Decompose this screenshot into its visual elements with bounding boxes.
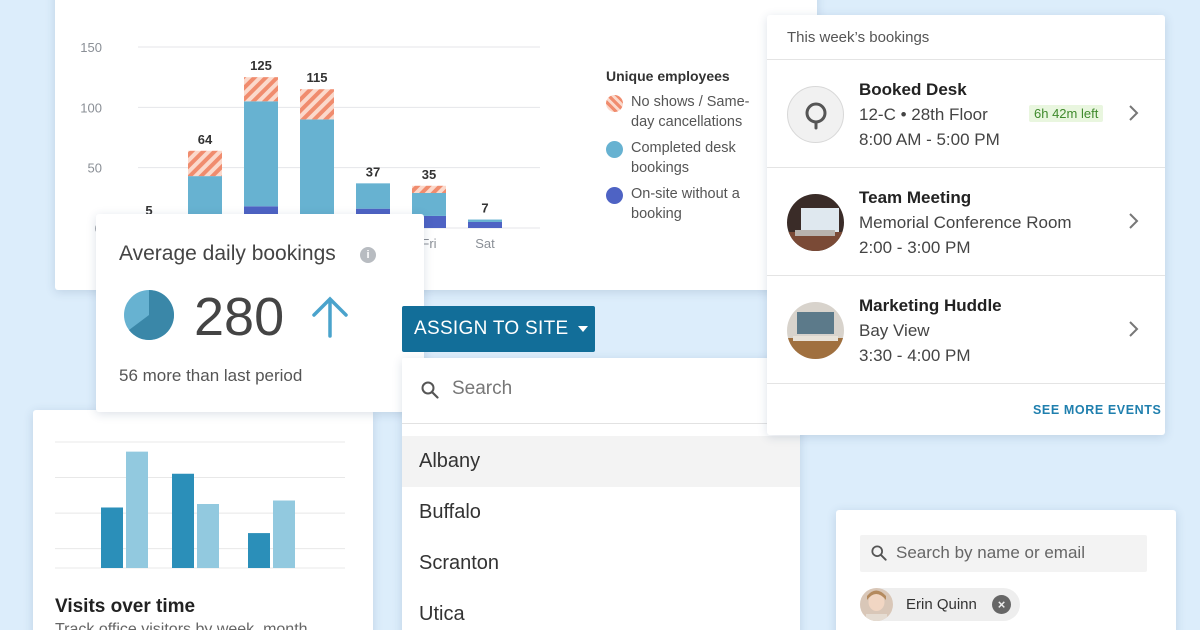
chevron-right-icon	[1129, 213, 1139, 229]
caret-down-icon	[578, 326, 589, 332]
avg-title: Average daily bookings	[119, 242, 336, 265]
event-title: Team Meeting	[859, 188, 972, 207]
site-option-buffalo[interactable]: Buffalo	[402, 487, 800, 538]
people-search-input[interactable]	[896, 543, 1136, 563]
person-name: Erin Quinn	[906, 596, 977, 613]
visits-title: Visits over time	[55, 596, 196, 617]
site-search-input[interactable]	[452, 378, 752, 400]
visits-subtitle: Track office visitors by week, month	[55, 621, 308, 630]
visits-bar	[273, 500, 295, 568]
event-time: 8:00 AM - 5:00 PM	[859, 130, 1000, 149]
event-row-team-meeting[interactable]: Team Meeting Memorial Conference Room 2:…	[767, 168, 1165, 276]
avg-value: 280	[194, 287, 285, 347]
event-location: 12-C • 28th Floor	[859, 105, 988, 124]
bar-segment	[412, 193, 446, 216]
visits-over-time-card: Visits over time Track office visitors b…	[33, 410, 373, 630]
info-icon[interactable]: i	[360, 247, 376, 263]
bar-segment	[300, 119, 334, 222]
bar-segment	[300, 89, 334, 120]
people-search-bar	[860, 535, 1147, 572]
bar-segment	[468, 221, 502, 228]
event-row-marketing-huddle[interactable]: Marketing Huddle Bay View 3:30 - 4:00 PM	[767, 276, 1165, 384]
site-dropdown-menu: Albany Buffalo Scranton Utica	[402, 358, 800, 630]
bar-total-label: 37	[366, 164, 380, 179]
legend-label-onsite: On-site without a booking	[631, 186, 740, 222]
remove-person-icon[interactable]: ×	[992, 595, 1011, 614]
search-icon	[871, 545, 887, 561]
assign-to-site-button[interactable]: ASSIGN TO SITE	[402, 306, 595, 352]
visits-bar-chart	[55, 441, 345, 569]
visits-bar	[197, 504, 219, 568]
bar-segment	[412, 185, 446, 194]
event-row-booked-desk[interactable]: Booked Desk 12-C • 28th Floor 6h 42m lef…	[767, 60, 1165, 168]
person-avatar	[860, 588, 893, 621]
bar-segment	[468, 219, 502, 222]
weekly-bookings-header: This week’s bookings	[767, 15, 1165, 60]
event-location: Bay View	[859, 321, 930, 340]
conference-room-photo	[787, 194, 844, 251]
visits-bar	[248, 533, 270, 568]
event-title: Marketing Huddle	[859, 296, 1002, 315]
bar-total-label: 35	[422, 167, 436, 182]
site-search-bar	[402, 358, 800, 424]
y-tick-label: 150	[80, 40, 102, 55]
bar-segment	[188, 150, 222, 177]
chevron-right-icon	[1129, 105, 1139, 121]
x-tick-label: Sat	[475, 236, 495, 251]
bay-view-room-photo	[787, 302, 844, 359]
bar-total-label: 115	[307, 70, 328, 85]
event-time: 2:00 - 3:00 PM	[859, 238, 971, 257]
person-chip: Erin Quinn ×	[860, 588, 1020, 621]
legend-swatch-no-shows	[606, 95, 623, 112]
site-option-albany[interactable]: Albany	[402, 436, 800, 487]
chevron-right-icon	[1129, 321, 1139, 337]
event-location: Memorial Conference Room	[859, 213, 1072, 232]
legend-swatch-onsite	[606, 187, 623, 204]
legend-label-no-shows: No shows / Same-day cancellations	[631, 94, 750, 130]
visits-bar	[172, 473, 194, 568]
bar-total-label: 64	[198, 132, 213, 147]
visits-bar	[126, 451, 148, 568]
bar-segment	[356, 183, 390, 209]
y-tick-label: 100	[80, 100, 102, 115]
time-left-badge: 6h 42m left	[1029, 105, 1104, 122]
see-more-events-link[interactable]: SEE MORE EVENTS	[1033, 403, 1161, 417]
avg-comparison: 56 more than last period	[119, 366, 303, 385]
pie-chart-icon	[124, 290, 174, 340]
legend-swatch-completed	[606, 141, 623, 158]
visits-bar	[101, 507, 123, 568]
people-search-card: Erin Quinn ×	[836, 510, 1176, 630]
search-icon	[421, 381, 439, 399]
legend-label-completed: Completed desk bookings	[631, 140, 736, 176]
event-title: Booked Desk	[859, 80, 967, 99]
bar-segment	[244, 77, 278, 102]
weekly-bookings-card: This week’s bookings Booked Desk 12-C • …	[767, 15, 1165, 435]
site-option-scranton[interactable]: Scranton	[402, 538, 800, 589]
assign-button-label: ASSIGN TO SITE	[414, 318, 569, 339]
bar-total-label: 7	[481, 201, 488, 216]
arrow-up-icon	[312, 296, 348, 338]
bar-total-label: 125	[250, 58, 272, 73]
site-option-utica[interactable]: Utica	[402, 589, 800, 630]
average-daily-bookings-card: Average daily bookings i 280 56 more tha…	[96, 214, 424, 412]
desk-location-icon	[787, 86, 844, 143]
y-tick-label: 50	[88, 161, 102, 176]
event-time: 3:30 - 4:00 PM	[859, 346, 971, 365]
bar-segment	[244, 101, 278, 207]
